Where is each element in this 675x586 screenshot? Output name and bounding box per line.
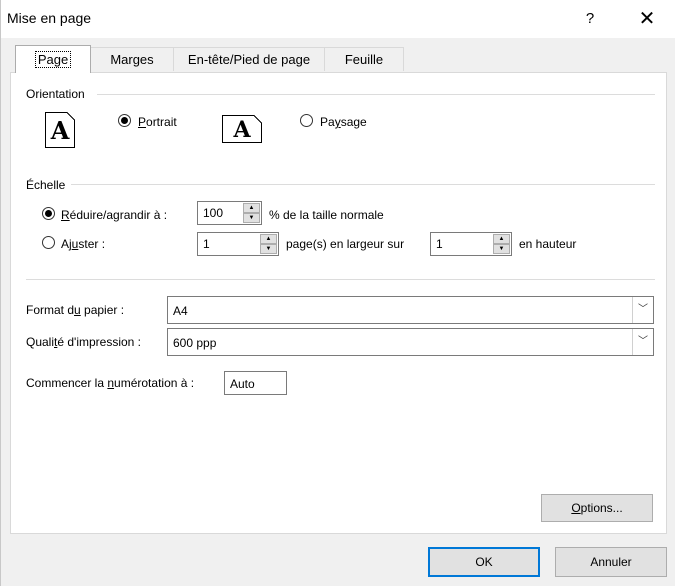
spin-up-button[interactable]: ▲ <box>260 234 277 244</box>
triangle-down-icon: ▼ <box>248 215 255 221</box>
triangle-down-icon: ▼ <box>498 246 505 252</box>
fit-width-spinner[interactable]: 1 ▲ ▼ <box>197 232 279 256</box>
print-quality-label: Qualité d'impression : <box>26 335 142 349</box>
landscape-radio[interactable] <box>300 114 313 127</box>
tab-label: Page <box>34 51 72 68</box>
page-setup-dialog: Mise en page ? ✕ Marges En-tête/Pied de … <box>0 0 675 586</box>
first-page-number-value: Auto <box>230 377 255 391</box>
spin-down-button[interactable]: ▼ <box>493 244 510 254</box>
triangle-up-icon: ▲ <box>248 205 255 211</box>
portrait-label[interactable]: Portrait <box>138 115 177 129</box>
first-page-number-label: Commencer la numérotation à : <box>26 376 195 390</box>
fit-to-radio[interactable] <box>42 236 55 249</box>
tab-header-footer[interactable]: En-tête/Pied de page <box>173 47 325 71</box>
tab-sheet[interactable]: Feuille <box>324 47 404 71</box>
close-icon: ✕ <box>638 8 656 30</box>
spin-down-button[interactable]: ▼ <box>260 244 277 254</box>
section-divider <box>26 279 655 280</box>
tab-label: En-tête/Pied de page <box>187 52 311 67</box>
fit-height-suffix: en hauteur <box>519 237 577 251</box>
triangle-up-icon: ▲ <box>265 236 272 242</box>
tab-page[interactable]: Page <box>15 45 91 73</box>
tab-margins[interactable]: Marges <box>90 47 174 71</box>
paper-size-value: A4 <box>173 304 188 318</box>
print-quality-value: 600 ppp <box>173 336 217 350</box>
landscape-label[interactable]: Paysage <box>320 115 367 129</box>
scale-percent-value: 100 <box>203 206 224 220</box>
help-button[interactable]: ? <box>575 4 605 34</box>
paper-size-label: Format du papier : <box>26 303 125 317</box>
print-quality-dropdown[interactable]: 600 ppp ﹀ <box>167 328 654 356</box>
triangle-down-icon: ▼ <box>265 246 272 252</box>
orientation-group-label: Orientation <box>26 87 85 101</box>
fit-to-label[interactable]: Ajuster : <box>61 237 105 251</box>
tab-label: Feuille <box>344 52 384 67</box>
orientation-divider <box>97 94 655 95</box>
chevron-down-icon: ﹀ <box>632 297 653 323</box>
fit-height-value: 1 <box>436 237 443 251</box>
portrait-page-icon: A <box>45 112 75 148</box>
dialog-title: Mise en page <box>7 10 92 26</box>
ok-button[interactable]: OK <box>428 547 540 577</box>
reduce-enlarge-radio[interactable] <box>42 207 55 220</box>
first-page-number-input[interactable]: Auto <box>224 371 287 395</box>
options-button[interactable]: Options... <box>541 494 653 522</box>
paper-size-dropdown[interactable]: A4 ﹀ <box>167 296 654 324</box>
title-bar: Mise en page ? ✕ <box>1 0 675 38</box>
fit-height-spinner[interactable]: 1 ▲ ▼ <box>430 232 512 256</box>
landscape-page-icon: A <box>222 115 262 143</box>
spin-down-button[interactable]: ▼ <box>243 213 260 223</box>
spin-up-button[interactable]: ▲ <box>243 203 260 213</box>
reduce-enlarge-label[interactable]: Réduire/agrandir à : <box>61 208 167 222</box>
scale-percent-suffix: % de la taille normale <box>269 208 384 222</box>
close-button[interactable]: ✕ <box>629 4 665 34</box>
scale-percent-spinner[interactable]: 100 ▲ ▼ <box>197 201 262 225</box>
scale-divider <box>71 184 655 185</box>
chevron-down-icon: ﹀ <box>632 329 653 355</box>
portrait-radio[interactable] <box>118 114 131 127</box>
scale-group-label: Échelle <box>26 178 66 192</box>
fit-width-suffix: page(s) en largeur sur <box>286 237 405 251</box>
triangle-up-icon: ▲ <box>498 236 505 242</box>
cancel-button[interactable]: Annuler <box>555 547 667 577</box>
tab-label: Marges <box>110 52 154 67</box>
fit-width-value: 1 <box>203 237 210 251</box>
spin-up-button[interactable]: ▲ <box>493 234 510 244</box>
